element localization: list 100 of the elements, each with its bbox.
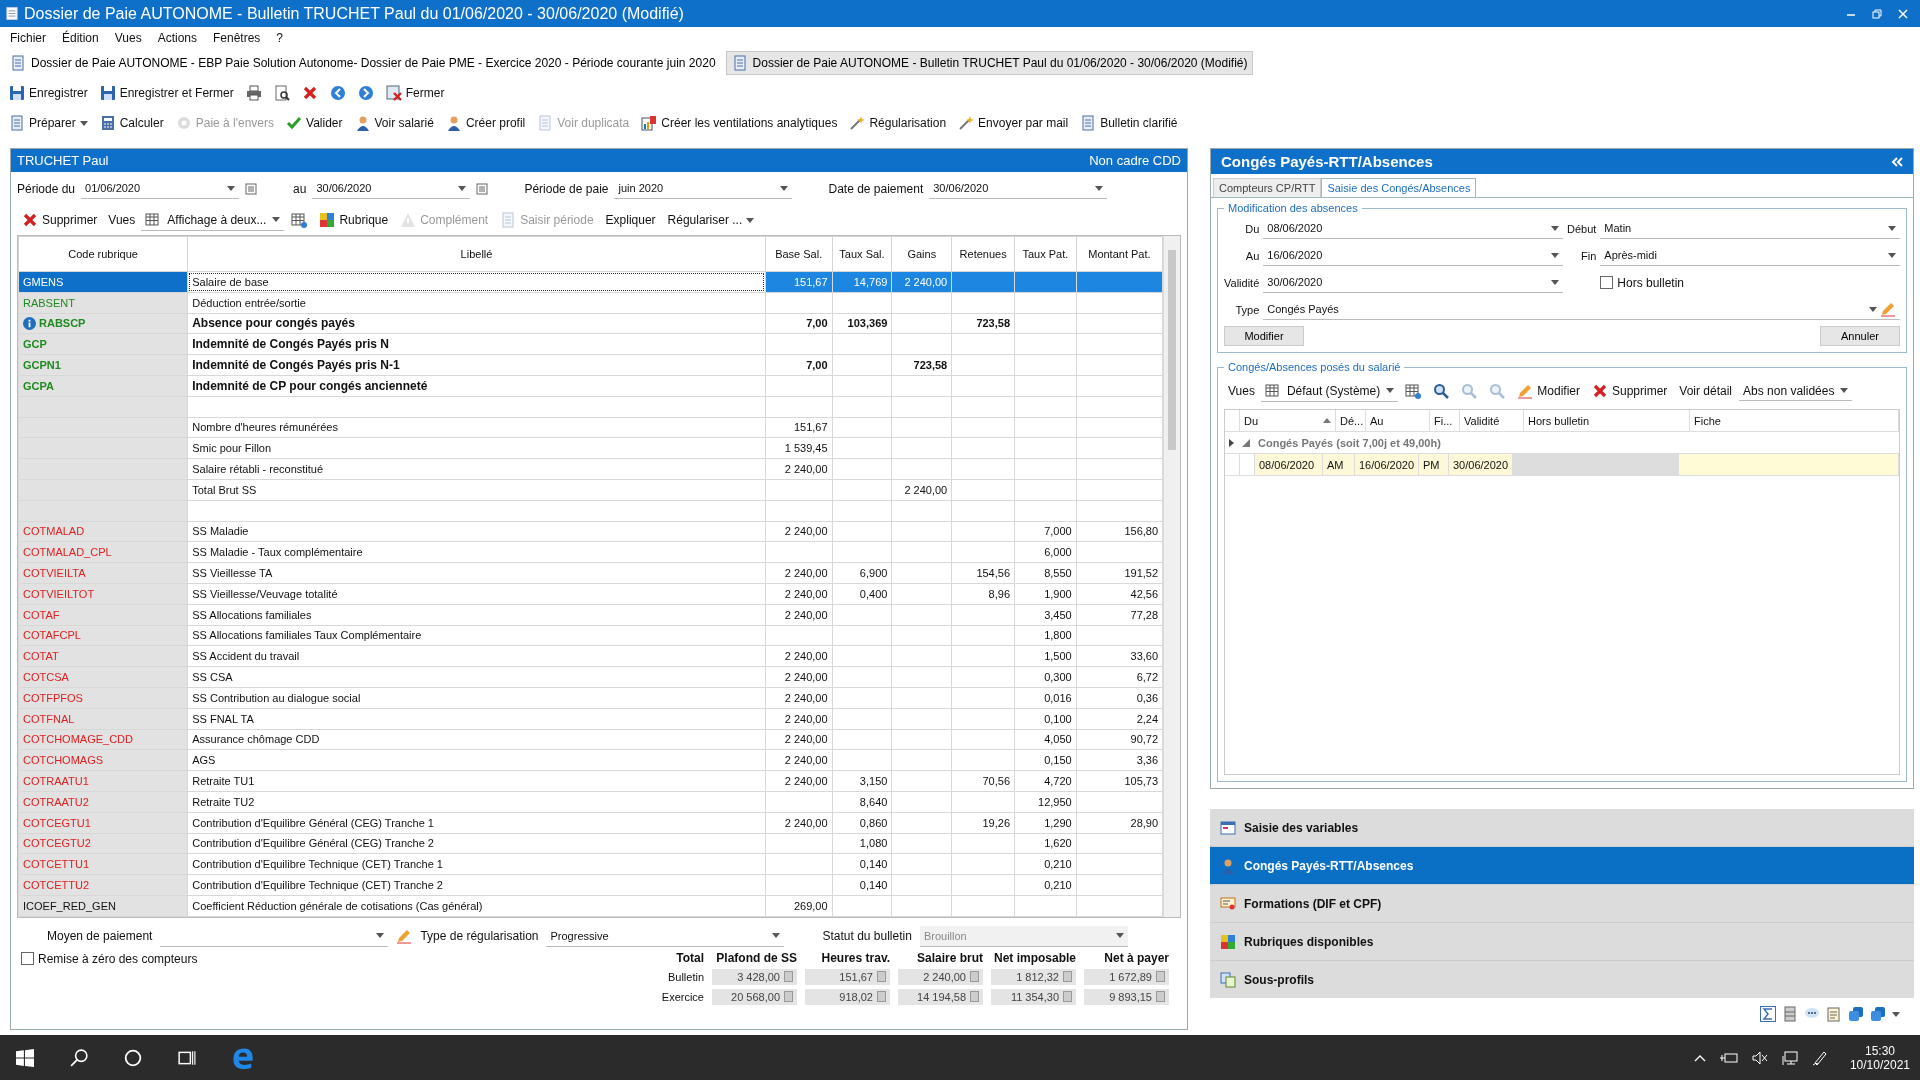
column-header[interactable]: Code rubrique bbox=[18, 236, 188, 272]
toolbar-button[interactable]: Enregistrer et Fermer bbox=[94, 82, 239, 104]
dropdown-field[interactable]: 30/06/2020 bbox=[929, 178, 1108, 199]
tab[interactable]: Saisie des Congés/Absences bbox=[1321, 178, 1477, 197]
column-header[interactable]: Retenues bbox=[951, 236, 1015, 272]
toolbar-button[interactable]: Expliquer bbox=[600, 210, 661, 230]
menu-item[interactable]: Édition bbox=[62, 30, 99, 45]
menu-item[interactable]: Actions bbox=[157, 30, 197, 45]
close-icon[interactable] bbox=[1898, 8, 1908, 19]
column-header[interactable]: Libellé bbox=[187, 236, 766, 272]
menu-item[interactable]: Vues bbox=[114, 30, 142, 45]
column-header[interactable]: Au bbox=[1366, 410, 1430, 431]
toolbar-button[interactable]: Voir détail bbox=[1674, 381, 1738, 401]
table-row[interactable]: COTCSA SS CSA 2 240,00 0,300 6,72 bbox=[18, 666, 1163, 688]
table-row[interactable]: 08/06/2020 AM 16/06/2020 PM 30/06/2020 bbox=[1225, 454, 1899, 476]
column-header[interactable]: Montant Pat. bbox=[1076, 236, 1163, 272]
column-header[interactable]: Base Sal. bbox=[765, 236, 833, 272]
action-button[interactable]: Modifier bbox=[1224, 326, 1304, 346]
table-row[interactable]: COTRAATU2 Retraite TU2 8,640 12,950 bbox=[18, 791, 1163, 813]
column-header[interactable]: Gains bbox=[891, 236, 952, 272]
checkbox[interactable]: Remise à zéro des compteurs bbox=[21, 950, 198, 967]
browser-icon[interactable] bbox=[232, 1046, 254, 1069]
menu-item[interactable]: Fichier bbox=[10, 30, 46, 45]
toolbar-button[interactable]: Modifier bbox=[1512, 380, 1585, 402]
column-header[interactable]: Validité bbox=[1460, 410, 1524, 431]
column-header[interactable]: Du bbox=[1240, 410, 1336, 431]
clock-date[interactable]: 10/10/2021 bbox=[1849, 1057, 1910, 1072]
column-header[interactable]: Taux Sal. bbox=[832, 236, 892, 272]
table-row[interactable]: COTCEGTU1 Contribution d'Equilibre Général (CEG) Tranche 1 2 240,00 0,860 19,26 1,290 28,90 bbox=[18, 812, 1163, 833]
date-field[interactable]: 30/06/2020 bbox=[1263, 272, 1563, 293]
chevron-up-icon[interactable] bbox=[1693, 1053, 1706, 1062]
nav-item[interactable]: Sous-profils bbox=[1210, 961, 1914, 998]
clipboard-icon[interactable] bbox=[1826, 1006, 1842, 1022]
view-dropdown[interactable]: Défaut (Système) bbox=[1260, 380, 1399, 402]
column-header[interactable]: Hors bulletin bbox=[1524, 410, 1690, 431]
windows-logo-icon[interactable] bbox=[16, 1048, 34, 1067]
table-row[interactable]: COTCETTU2 Contribution d'Equilibre Technique (CET) Tranche 2 0,140 0,210 bbox=[18, 874, 1163, 896]
toolbar-button[interactable]: Voir salarié bbox=[349, 112, 439, 134]
toolbar-button[interactable]: Envoyer par mail bbox=[953, 112, 1074, 134]
table-row[interactable]: ICOEF_RED_GEN Coefficient Réduction générale de cotisations (Cas général) 269,00 bbox=[18, 895, 1163, 917]
collapse-icon[interactable] bbox=[1891, 156, 1903, 167]
view-dropdown[interactable]: Affichage à deux... bbox=[141, 209, 285, 231]
toolbar-button[interactable]: Créer les ventilations analytiques bbox=[636, 112, 843, 134]
toolbar-button[interactable]: Préparer bbox=[4, 112, 93, 134]
checkbox[interactable]: Hors bulletin bbox=[1600, 274, 1900, 291]
table-row[interactable]: COTCHOMAGS AGS 2 240,00 0,150 3,36 bbox=[18, 749, 1163, 771]
table-row[interactable]: COTMALAD SS Maladie 2 240,00 7,000 156,80 bbox=[18, 521, 1163, 542]
table-row[interactable]: COTVIEILTA SS Vieillesse TA 2 240,00 6,900 154,56 8,550 191,52 bbox=[18, 562, 1163, 584]
action-button[interactable]: Annuler bbox=[1820, 326, 1900, 346]
column-header[interactable]: Dé... bbox=[1336, 410, 1366, 431]
toolbar-button[interactable]: Bulletin clarifié bbox=[1075, 112, 1183, 134]
search-icon[interactable] bbox=[70, 1048, 88, 1067]
table-row[interactable]: COTFPFOS SS Contribution au dialogue social 2 240,00 0,016 0,36 bbox=[18, 687, 1163, 709]
table-row[interactable]: COTMALAD_CPL SS Maladie - Taux complémentaire 6,000 bbox=[18, 541, 1163, 563]
table-row[interactable]: COTAF SS Allocations familiales 2 240,00 3,450 77,28 bbox=[18, 604, 1163, 626]
table-row[interactable]: COTAFCPL SS Allocations familiales Taux Complémentaire 1,800 bbox=[18, 625, 1163, 646]
table-row[interactable]: GCP Indemnité de Congés Payés pris N bbox=[18, 333, 1163, 355]
table-row[interactable]: Smic pour Fillon 1 539,45 bbox=[18, 437, 1163, 459]
toolbar-button[interactable]: Valider bbox=[281, 112, 348, 134]
windows-icon[interactable] bbox=[1848, 1006, 1864, 1022]
toolbar-button[interactable]: Régulariser ... bbox=[662, 210, 760, 230]
table-row[interactable]: Nombre d'heures rémunérées 151,67 bbox=[18, 417, 1163, 438]
nav-item[interactable]: Saisie des variables bbox=[1210, 809, 1914, 846]
view-dropdown[interactable]: Abs non validées bbox=[1739, 381, 1853, 401]
date-field[interactable]: 16/06/2020 bbox=[1263, 245, 1563, 266]
toolbar-button[interactable]: Supprimer bbox=[1586, 380, 1673, 402]
toolbar-button[interactable]: Enregistrer bbox=[4, 82, 93, 104]
dropdown-field[interactable]: Après-midi bbox=[1600, 245, 1900, 266]
table-row[interactable]: COTFNAL SS FNAL TA 2 240,00 0,100 2,24 bbox=[18, 708, 1163, 730]
nav-item[interactable]: Rubriques disponibles bbox=[1210, 923, 1914, 960]
toolbar-button[interactable]: Régularisation bbox=[844, 112, 952, 134]
table-row[interactable]: GCPN1 Indemnité de Congés Payés pris N-1 7,00 723,58 bbox=[18, 354, 1163, 376]
table-row[interactable]: RABSCP Absence pour congés payés 7,00 103,369 723,58 bbox=[18, 313, 1163, 334]
restore-icon[interactable] bbox=[1872, 8, 1882, 19]
toolbar-button[interactable]: Fermer bbox=[380, 82, 450, 104]
network-icon[interactable] bbox=[1781, 1049, 1798, 1066]
dropdown-field[interactable]: Matin bbox=[1600, 218, 1900, 239]
table-row[interactable]: COTCHOMAGE_CDD Assurance chômage CDD 2 240,00 4,050 90,72 bbox=[18, 729, 1163, 750]
expand-icon[interactable] bbox=[1242, 438, 1250, 447]
toolbar-button[interactable]: Créer profil bbox=[440, 112, 531, 134]
task-view-icon[interactable] bbox=[178, 1048, 196, 1067]
toolbar-button[interactable]: Supprimer bbox=[17, 209, 103, 231]
menu-item[interactable]: Fenêtres bbox=[213, 30, 261, 45]
toolbar-button[interactable]: Rubrique bbox=[314, 209, 394, 231]
table-row[interactable]: GCPA Indemnité de CP pour congés ancienneté bbox=[18, 375, 1163, 397]
clock-time[interactable]: 15:30 bbox=[1864, 1043, 1895, 1058]
speaker-muted-icon[interactable] bbox=[1751, 1050, 1768, 1065]
calendar-icon[interactable] bbox=[476, 182, 489, 195]
menu-item[interactable]: ? bbox=[276, 30, 284, 45]
table-row[interactable]: RABSENT Déduction entrée/sortie bbox=[18, 292, 1163, 314]
dropdown-field[interactable]: Progressive bbox=[546, 925, 785, 947]
calendar-icon[interactable] bbox=[245, 182, 258, 195]
document-tab[interactable]: Dossier de Paie AUTONOME - EBP Paie Solution Autonome- Dossier de Paie PME - Exercice 2020 - Période courante juin 2020 bbox=[4, 51, 722, 75]
sigma-icon[interactable] bbox=[1760, 1006, 1776, 1022]
nav-item[interactable]: Formations (DIF et CPF) bbox=[1210, 885, 1914, 922]
cabinet-icon[interactable] bbox=[1782, 1006, 1798, 1022]
table-row[interactable]: GMENS Salaire de base 151,67 14,769 2 240,00 bbox=[18, 271, 1163, 293]
windows-icon[interactable] bbox=[1870, 1006, 1886, 1022]
scrollbar[interactable] bbox=[1163, 236, 1180, 917]
column-header[interactable]: Fiche bbox=[1690, 410, 1899, 431]
